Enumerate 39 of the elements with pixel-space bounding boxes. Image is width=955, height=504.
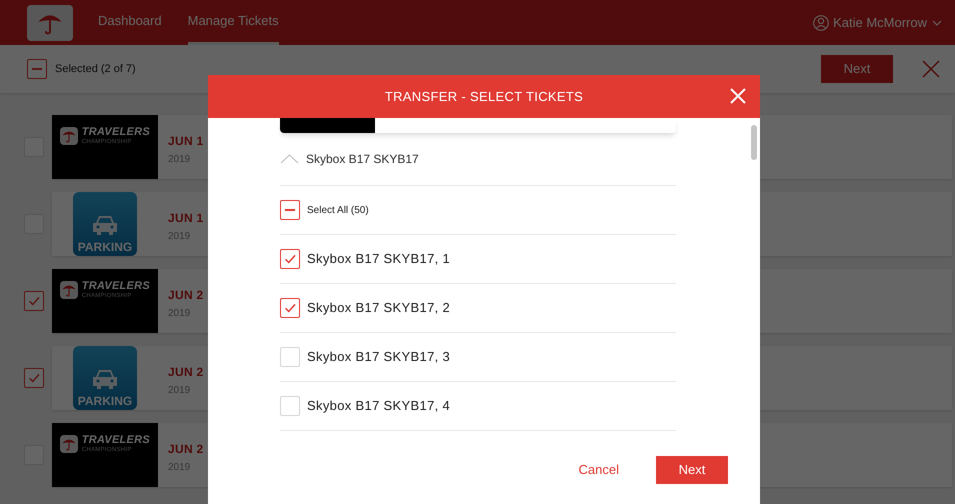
car-icon xyxy=(91,367,119,391)
car-icon xyxy=(91,213,119,237)
scrollbar-thumb[interactable] xyxy=(751,125,757,160)
ticket-date: JUN 2 xyxy=(168,364,204,381)
user-icon xyxy=(813,14,830,30)
partial-checkbox[interactable] xyxy=(27,59,47,79)
checkbox[interactable] xyxy=(280,298,300,318)
selection-count: Selected (2 of 7) xyxy=(55,62,136,77)
close-icon[interactable] xyxy=(921,59,941,79)
check-icon xyxy=(284,252,296,266)
seat-label: Skybox B17 SKYB17, 3 xyxy=(307,348,450,366)
logo-title: PARKING xyxy=(78,241,132,253)
checkbox[interactable] xyxy=(24,368,44,388)
seat-label: Skybox B17 SKYB17, 1 xyxy=(307,250,450,268)
checkbox[interactable] xyxy=(24,291,44,311)
logo-title: TRAVELERS xyxy=(82,127,150,138)
logo-title: TRAVELERS xyxy=(82,435,150,446)
dialog-title: TRANSFER - SELECT TICKETS xyxy=(384,88,584,106)
next-button[interactable]: Next xyxy=(656,456,728,484)
chevron-up-icon[interactable] xyxy=(280,154,299,164)
seat-label: Skybox B17 SKYB17, 4 xyxy=(307,397,450,416)
ticket-date: JUN 2 xyxy=(168,287,204,304)
cancel-button[interactable]: Cancel xyxy=(578,460,619,480)
user-menu[interactable]: Katie McMorrow xyxy=(813,12,943,32)
ticket-date: JUN 1 xyxy=(168,133,204,150)
logo-title: TRAVELERS xyxy=(82,281,150,292)
check-icon xyxy=(284,302,296,314)
ticket-date: JUN 2 xyxy=(168,441,204,458)
nav-link[interactable]: Dashboard xyxy=(98,0,162,45)
ticket-date: JUN 1 xyxy=(168,210,204,227)
check-icon xyxy=(28,372,40,384)
group-label: Skybox B17 SKYB17 xyxy=(306,151,419,168)
select-all-label: Select All (50) xyxy=(307,204,369,218)
checkbox[interactable] xyxy=(280,249,300,269)
partial-checkbox[interactable] xyxy=(280,200,300,220)
check-icon xyxy=(28,294,40,308)
logo-title: PARKING xyxy=(78,395,132,407)
seat-label: Skybox B17 SKYB17, 2 xyxy=(307,299,450,318)
next-button[interactable]: Next xyxy=(821,55,893,83)
